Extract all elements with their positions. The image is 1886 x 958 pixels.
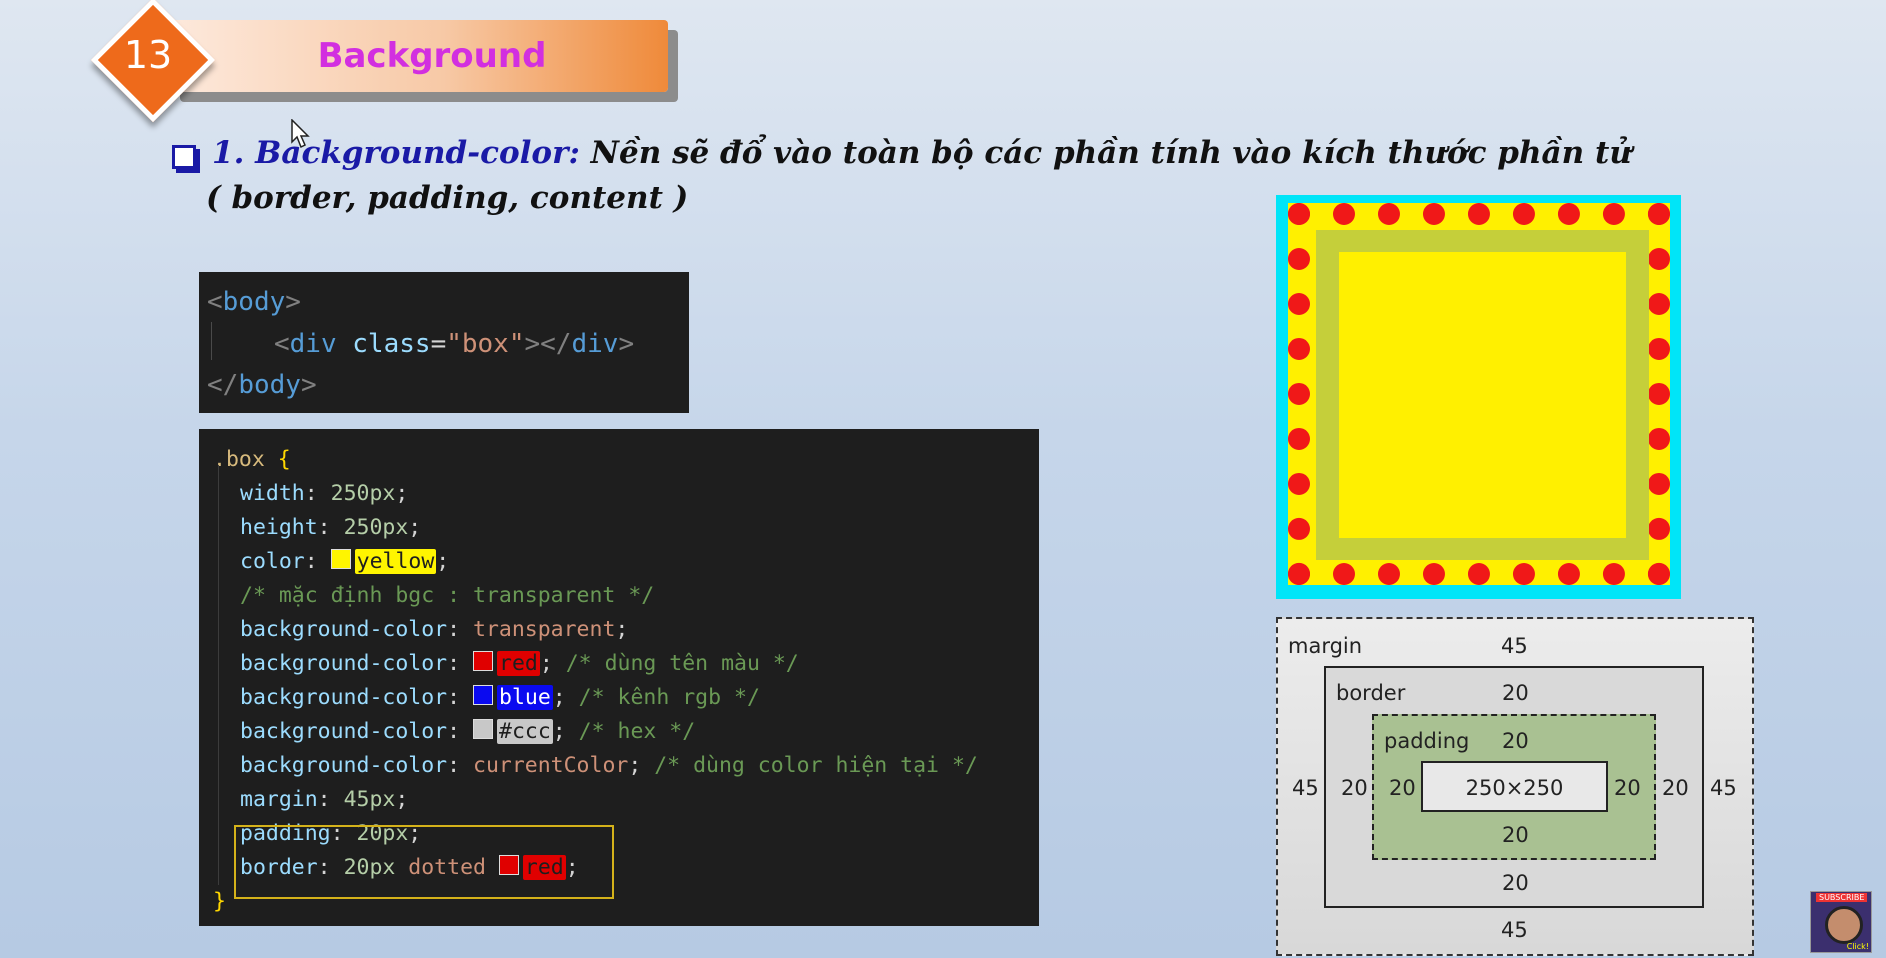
code-line: </body> — [207, 370, 317, 400]
code-token: yellow — [354, 549, 437, 574]
code-token: "box" — [446, 329, 525, 359]
indent-guide — [211, 322, 212, 360]
code-comment: /* kênh rgb */ — [578, 685, 760, 710]
code-comment: /* mặc định bgc : transparent */ — [240, 583, 655, 608]
code-line: margin: 45px; — [240, 787, 409, 812]
code-token: color — [240, 549, 305, 574]
code-token: background-color — [240, 617, 448, 642]
code-comment: /* hex */ — [578, 719, 696, 744]
channel-avatar[interactable]: SUBSCRIBE Click! — [1810, 891, 1872, 953]
border-bottom-value: 20 — [1502, 871, 1529, 895]
code-token: div — [571, 329, 619, 359]
code-line: <div class="box"></div> — [274, 329, 635, 359]
content-size: 250×250 — [1465, 776, 1564, 800]
code-token: div — [289, 329, 337, 359]
code-token: red — [497, 651, 540, 676]
heading-subtext: ( border, padding, content ) — [206, 180, 689, 216]
code-comment: /* dùng tên màu */ — [565, 651, 799, 676]
color-swatch-yellow — [330, 549, 351, 569]
code-token: blue — [497, 685, 553, 710]
margin-left-value: 45 — [1292, 776, 1319, 800]
avatar-face-icon — [1825, 906, 1863, 944]
code-token: body — [222, 287, 286, 317]
code-line: .box { — [213, 447, 291, 472]
code-token: .box — [213, 447, 265, 472]
html-code-panel: <body> <div class="box"></div> </body> — [199, 272, 689, 413]
section-heading: 1. Background-color: Nền sẽ đổ vào toàn … — [212, 135, 1632, 171]
margin-right-value: 45 — [1710, 776, 1737, 800]
content-area — [1339, 252, 1626, 538]
code-token: background-color — [240, 651, 448, 676]
border-label: border — [1336, 681, 1406, 705]
code-line: height: 250px; — [240, 515, 422, 540]
code-line: background-color: currentColor; /* dùng … — [240, 753, 978, 778]
code-token: transparent — [473, 617, 616, 642]
padding-top-value: 20 — [1502, 729, 1529, 753]
code-line: width: 250px; — [240, 481, 409, 506]
slide-number: 13 — [123, 33, 173, 77]
padding-left-value: 20 — [1389, 776, 1416, 800]
highlight-box — [234, 825, 614, 899]
indent-guide — [218, 465, 219, 885]
code-token: 250px — [330, 481, 396, 506]
padding-right-value: 20 — [1614, 776, 1641, 800]
click-label: Click! — [1846, 942, 1869, 951]
margin-top-value: 45 — [1501, 634, 1528, 658]
code-token: 250px — [343, 515, 409, 540]
code-token: background-color — [240, 719, 448, 744]
code-token: 45px — [343, 787, 396, 812]
subscribe-badge: SUBSCRIBE — [1816, 893, 1868, 902]
heading-label: 1. Background-color: — [212, 135, 580, 171]
code-line: background-color: transparent; — [240, 617, 629, 642]
color-swatch-grey — [473, 719, 493, 739]
code-line: background-color: blue; /* kênh rgb */ — [240, 685, 760, 710]
border-right-value: 20 — [1662, 776, 1689, 800]
code-line: /* mặc định bgc : transparent */ — [240, 579, 654, 613]
slide-title: Background — [317, 36, 547, 76]
color-swatch-red — [473, 651, 493, 671]
heading-text: Nền sẽ đổ vào toàn bộ các phần tính vào … — [579, 135, 1632, 171]
code-line: background-color: #ccc; /* hex */ — [240, 719, 696, 744]
code-line: background-color: red; /* dùng tên màu *… — [240, 651, 799, 676]
padding-label: padding — [1384, 729, 1470, 753]
code-line: color: yellow; — [240, 549, 450, 574]
code-token: #ccc — [497, 719, 553, 744]
code-token: background-color — [240, 685, 448, 710]
code-line: <body> — [207, 287, 301, 317]
margin-label: margin — [1288, 634, 1363, 658]
code-token: margin — [240, 787, 318, 812]
color-swatch-blue — [473, 685, 493, 705]
padding-bottom-value: 20 — [1502, 823, 1529, 847]
code-line: } — [213, 889, 226, 914]
border-left-value: 20 — [1341, 776, 1368, 800]
border-top-value: 20 — [1502, 681, 1529, 705]
code-token: height — [240, 515, 318, 540]
code-token: background-color — [240, 753, 448, 778]
code-token: width — [240, 481, 305, 506]
code-token: body — [238, 370, 301, 400]
code-token: class — [352, 329, 431, 359]
code-comment: /* dùng color hiện tại */ — [654, 753, 978, 778]
bullet-square-icon — [172, 145, 196, 169]
margin-bottom-value: 45 — [1501, 918, 1528, 942]
code-token: currentColor — [473, 753, 629, 778]
